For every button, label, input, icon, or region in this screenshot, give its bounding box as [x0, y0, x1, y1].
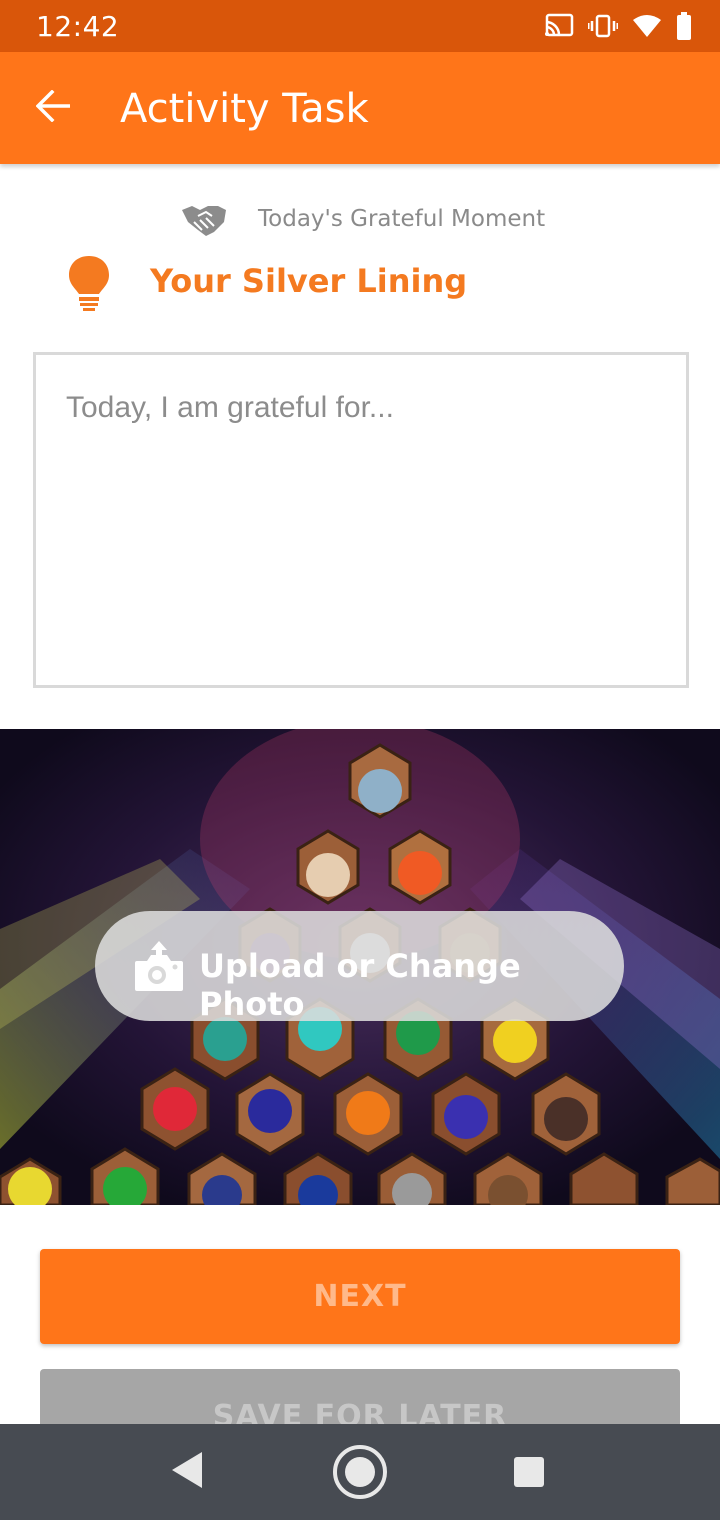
lightbulb-icon	[66, 254, 112, 317]
status-icons	[544, 10, 692, 42]
cast-icon	[544, 13, 574, 39]
status-bar: 12:42	[0, 0, 720, 52]
gratitude-text-input[interactable]	[36, 355, 686, 685]
next-button[interactable]: NEXT	[40, 1249, 680, 1344]
upload-photo-button[interactable]: Upload or Change Photo	[95, 911, 624, 1023]
nav-recent-icon[interactable]	[513, 1456, 545, 1493]
page-title: Activity Task	[120, 86, 369, 132]
upload-photo-label: Upload or Change Photo	[199, 947, 521, 1023]
grateful-moment-header: Today's Grateful Moment	[0, 198, 720, 242]
silver-lining-header: Your Silver Lining	[0, 252, 720, 316]
camera-upload-icon	[133, 941, 185, 996]
arrow-left-icon	[35, 89, 72, 127]
next-button-label: NEXT	[313, 1279, 407, 1314]
system-nav-bar	[0, 1424, 720, 1520]
grateful-moment-label: Today's Grateful Moment	[258, 206, 546, 232]
silver-lining-title: Your Silver Lining	[150, 262, 468, 300]
vibrate-icon	[588, 13, 618, 39]
nav-home-icon[interactable]	[330, 1442, 390, 1507]
back-button[interactable]	[26, 80, 82, 136]
gratitude-entry-box	[33, 352, 689, 688]
wifi-icon	[632, 13, 662, 39]
status-time: 12:42	[36, 10, 120, 43]
app-bar: Activity Task	[0, 52, 720, 164]
nav-back-icon[interactable]	[168, 1450, 204, 1495]
handshake-icon	[180, 200, 228, 245]
battery-icon	[676, 12, 692, 40]
